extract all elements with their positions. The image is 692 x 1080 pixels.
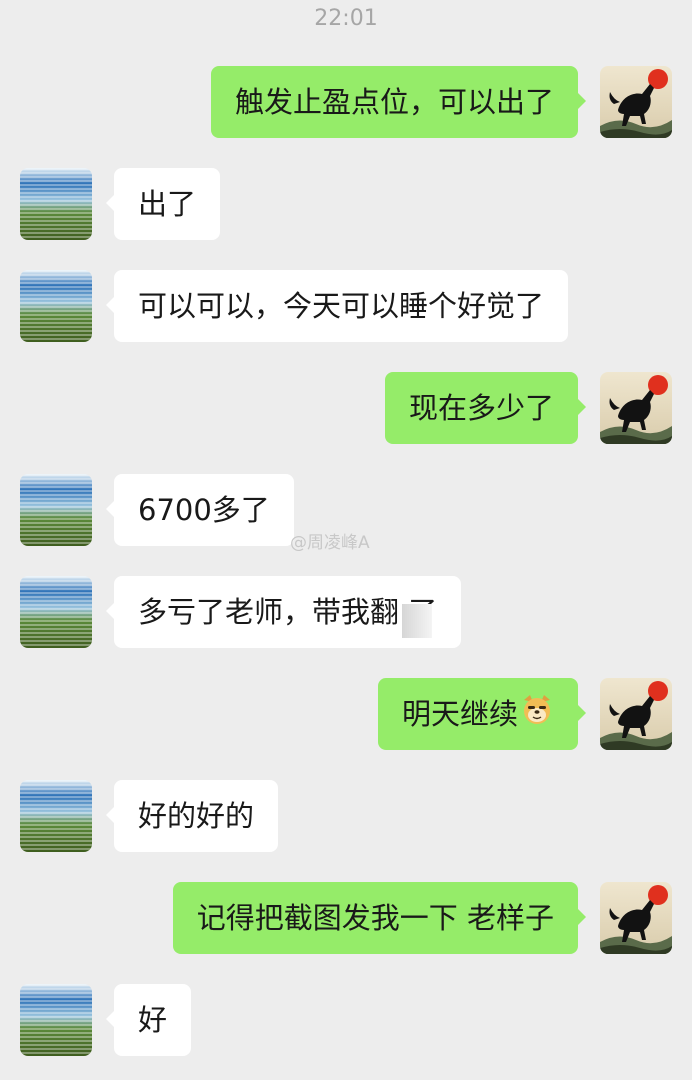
message-bubble[interactable]: 出了: [105, 168, 221, 240]
message-row: 明天继续: [0, 678, 692, 758]
message-row: 多亏了老师，带我翻 了: [0, 576, 692, 656]
avatar-peer[interactable]: [20, 780, 92, 852]
avatar-peer[interactable]: [20, 474, 92, 546]
landscape-avatar-icon: [20, 576, 92, 648]
message-bubble[interactable]: 触发止盈点位，可以出了: [210, 66, 587, 138]
message-bubble[interactable]: 明天继续: [377, 678, 587, 752]
landscape-avatar-icon: [20, 984, 92, 1056]
horse-avatar-icon: [600, 882, 672, 954]
avatar-me[interactable]: [600, 678, 672, 750]
message-bubble[interactable]: 可以可以，今天可以睡个好觉了: [105, 270, 569, 342]
message-row: 好: [0, 984, 692, 1064]
message-bubble[interactable]: 6700多了: [106, 474, 294, 546]
avatar-peer[interactable]: [20, 576, 92, 648]
message-row: 记得把截图发我一下 老样子: [0, 882, 692, 962]
landscape-avatar-icon: [20, 780, 92, 852]
message-text: 明天继续: [401, 697, 518, 731]
status-time: 22:01: [314, 6, 378, 31]
avatar-me[interactable]: [600, 66, 672, 138]
horse-avatar-icon: [600, 372, 672, 444]
horse-avatar-icon: [600, 678, 672, 750]
censor-blur: [402, 604, 432, 638]
message-row: 出了: [0, 168, 692, 248]
message-row: 好的好的: [0, 780, 692, 860]
avatar-me[interactable]: [600, 372, 672, 444]
message-bubble[interactable]: 好: [105, 984, 192, 1056]
avatar-peer[interactable]: [20, 984, 92, 1056]
avatar-peer[interactable]: [20, 168, 92, 240]
horse-avatar-icon: [600, 66, 672, 138]
watermark: @周凌峰A: [290, 533, 370, 553]
avatar-peer[interactable]: [20, 270, 92, 342]
message-bubble[interactable]: 现在多少了: [384, 372, 587, 444]
landscape-avatar-icon: [20, 474, 92, 546]
message-row: 可以可以，今天可以睡个好觉了: [0, 270, 692, 350]
landscape-avatar-icon: [20, 168, 92, 240]
message-bubble[interactable]: 好的好的: [105, 780, 279, 852]
avatar-me[interactable]: [600, 882, 672, 954]
message-bubble[interactable]: 记得把截图发我一下 老样子: [172, 882, 587, 954]
message-row: 现在多少了: [0, 372, 692, 452]
dog-emoji-icon: [520, 680, 554, 752]
landscape-avatar-icon: [20, 270, 92, 342]
message-row: 触发止盈点位，可以出了: [0, 66, 692, 146]
